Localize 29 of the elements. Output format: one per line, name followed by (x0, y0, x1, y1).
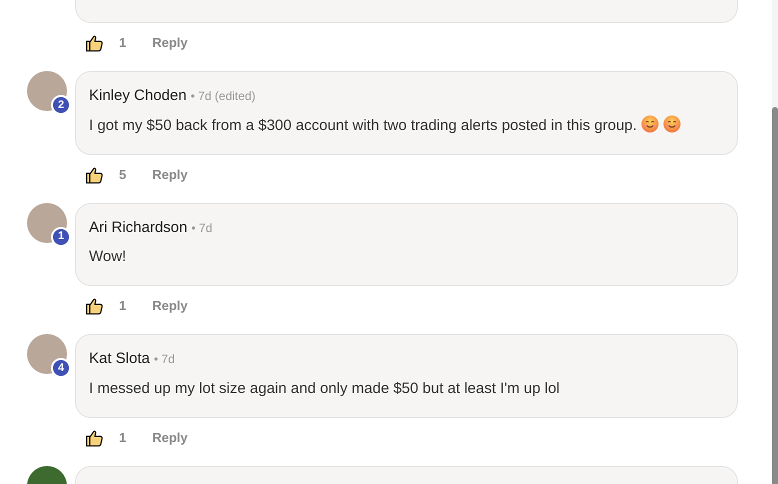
comment-time: • 7d (edited) (190, 88, 256, 105)
scrollbar[interactable] (772, 0, 778, 484)
like-count: 1 (119, 34, 126, 52)
smiling-face-icon (640, 114, 659, 132)
author-name[interactable]: Kat Slota (89, 348, 150, 370)
level-badge: 1 (51, 226, 71, 246)
thumbs-up-icon[interactable] (85, 297, 104, 315)
thumbs-up-icon[interactable] (85, 34, 104, 52)
thumbs-up-icon[interactable] (85, 428, 104, 446)
author-name[interactable]: Kinley Choden (89, 85, 187, 108)
like-count: 5 (119, 166, 126, 184)
comment-time: • 7d (191, 220, 212, 236)
reply-button[interactable]: Reply (152, 164, 188, 184)
like-count: 1 (119, 297, 126, 316)
comment-text: I messed up my lot size again and only made $50 but at least I'm up lol (89, 380, 560, 396)
comment-text: Wow! (89, 248, 126, 265)
scrollbar-thumb[interactable] (772, 107, 778, 484)
reply-button[interactable]: Reply (152, 428, 188, 448)
author-name[interactable]: Ari Richardson (89, 216, 188, 239)
comment-time: • 7d (154, 351, 175, 368)
level-badge: 4 (51, 358, 71, 378)
reply-button[interactable]: Reply (152, 33, 188, 53)
level-badge: 2 (51, 95, 71, 115)
smiling-face-icon (662, 114, 681, 132)
thumbs-up-icon[interactable] (85, 166, 104, 184)
avatar[interactable] (27, 334, 67, 374)
like-count: 1 (119, 428, 126, 447)
comment-text: I got my $50 back from a $300 account with two trading alerts posted in this group. (89, 116, 637, 134)
reply-button[interactable]: Reply (152, 296, 188, 316)
